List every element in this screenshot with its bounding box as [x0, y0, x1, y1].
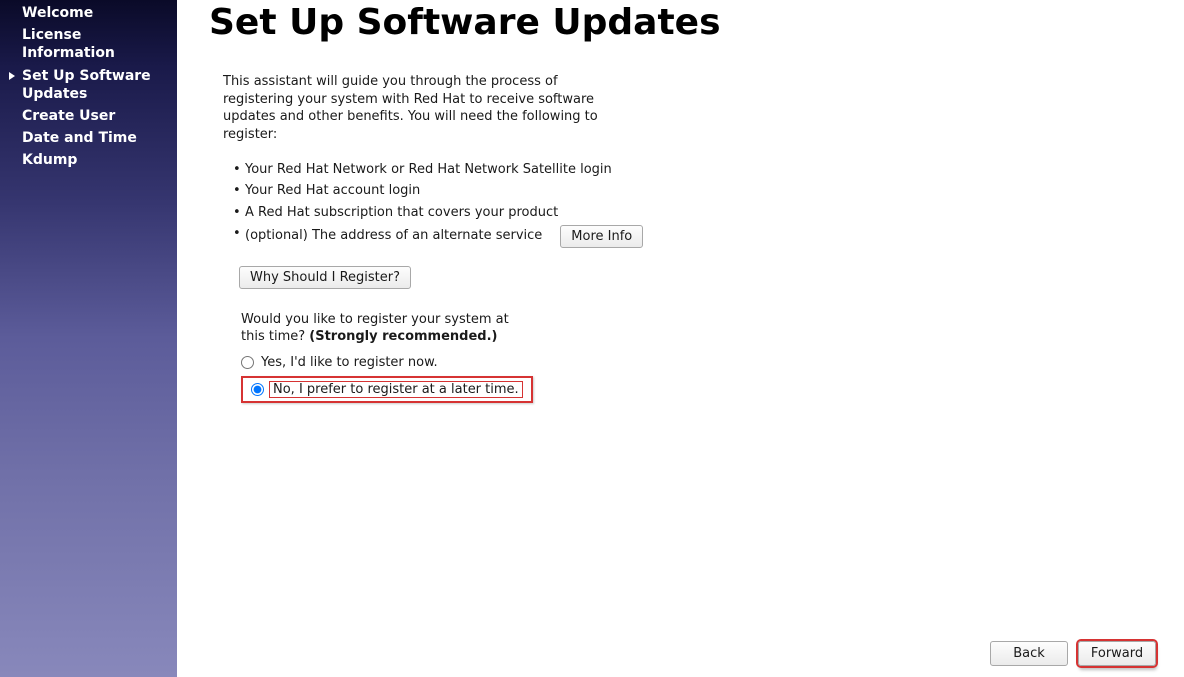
intro-text: This assistant will guide you through th… — [223, 73, 603, 143]
radio-yes-input[interactable] — [241, 356, 254, 369]
sidebar-item-welcome[interactable]: Welcome — [0, 2, 177, 24]
register-question: Would you like to register your system a… — [241, 311, 521, 346]
radio-option-yes[interactable]: Yes, I'd like to register now. — [241, 352, 1152, 373]
sidebar-item-kdump[interactable]: Kdump — [0, 149, 177, 171]
why-register-button[interactable]: Why Should I Register? — [239, 266, 411, 289]
bullet-item: A Red Hat subscription that covers your … — [233, 204, 1152, 222]
bullet-item-optional: (optional) The address of an alternate s… — [233, 225, 1152, 248]
radio-option-no[interactable]: No, I prefer to register at a later time… — [251, 381, 523, 398]
bullet-item: Your Red Hat Network or Red Hat Network … — [233, 161, 1152, 179]
sidebar-item-create-user[interactable]: Create User — [0, 105, 177, 127]
radio-yes-label[interactable]: Yes, I'd like to register now. — [259, 354, 440, 371]
question-strong: (Strongly recommended.) — [309, 329, 497, 344]
back-button[interactable]: Back — [990, 641, 1068, 666]
content-block: This assistant will guide you through th… — [223, 73, 1152, 403]
radio-option-no-highlight: No, I prefer to register at a later time… — [241, 376, 533, 403]
footer-buttons: Back Forward — [990, 641, 1156, 666]
main-content: Set Up Software Updates This assistant w… — [177, 0, 1184, 677]
radio-no-input[interactable] — [251, 383, 264, 396]
sidebar-item-date-time[interactable]: Date and Time — [0, 127, 177, 149]
bullet-item: Your Red Hat account login — [233, 182, 1152, 200]
sidebar-item-license[interactable]: License Information — [0, 24, 177, 64]
forward-button[interactable]: Forward — [1078, 641, 1156, 666]
sidebar-item-software-updates[interactable]: Set Up Software Updates — [0, 65, 177, 105]
page-title: Set Up Software Updates — [209, 2, 1152, 43]
optional-bullet-text: (optional) The address of an alternate s… — [245, 227, 542, 245]
sidebar: Welcome License Information Set Up Softw… — [0, 0, 177, 677]
requirements-list: Your Red Hat Network or Red Hat Network … — [233, 161, 1152, 248]
radio-no-label[interactable]: No, I prefer to register at a later time… — [269, 381, 523, 398]
register-radio-group: Yes, I'd like to register now. No, I pre… — [241, 352, 1152, 403]
more-info-button[interactable]: More Info — [560, 225, 643, 248]
